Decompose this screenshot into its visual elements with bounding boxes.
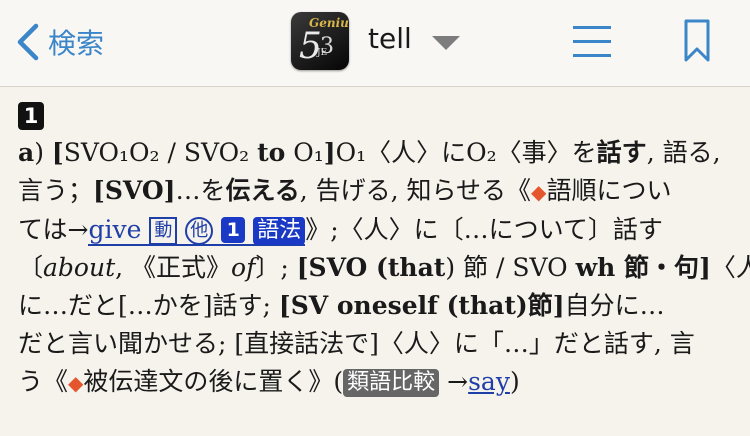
back-label: 検索 bbox=[48, 27, 105, 60]
pattern-text: )節] bbox=[515, 291, 565, 320]
definition-text: だと言い聞かせる; [直接話法で]〈人〉に「…」だと話す, 言 bbox=[18, 329, 695, 358]
definition-line-1: a) [SVO₁O₂ / SVO₂ to O₁]O₁〈人〉にO₂〈事〉を話す, … bbox=[18, 134, 738, 172]
verb-badge[interactable]: 動 bbox=[149, 217, 178, 245]
arrow-text: → bbox=[439, 367, 469, 396]
definition-text: 自分に… bbox=[564, 291, 665, 320]
definition-text: 〕; bbox=[255, 253, 297, 282]
usage-note: 語順につい bbox=[546, 176, 672, 205]
definition-line-3: ては→give 動 他 1 語法 》;〈人〉に〔…について〕話す bbox=[18, 211, 738, 249]
sense-header: 1 bbox=[18, 96, 738, 134]
menu-icon[interactable] bbox=[573, 26, 611, 58]
headword-translation: 話す bbox=[596, 138, 647, 167]
definition-line-6: だと言い聞かせる; [直接話法で]〈人〉に「…」だと話す, 言 bbox=[18, 325, 738, 363]
definition-rest: , 語る, bbox=[646, 138, 721, 167]
pattern-text: [SVO ( bbox=[296, 253, 388, 282]
back-button[interactable]: 検索 bbox=[14, 20, 104, 64]
definition-text: う《 bbox=[18, 367, 69, 396]
definition-text: 》;〈人〉に〔…について〕話す bbox=[305, 215, 663, 244]
navigation-bar: 検索 Genius 5 JE 3 tell bbox=[0, 0, 750, 87]
give-link[interactable]: give bbox=[88, 215, 141, 244]
definition-text: ) bbox=[509, 367, 520, 396]
definition-body: O₁〈人〉にO₂〈事〉を bbox=[335, 138, 597, 167]
dictionary-logo[interactable]: Genius 5 JE 3 bbox=[291, 12, 349, 70]
pattern-wh: wh bbox=[575, 253, 616, 282]
definition-line-7: う《◆被伝達文の後に置く》(類語比較 →say) bbox=[18, 363, 738, 402]
synonym-comparison-badge[interactable]: 類語比較 bbox=[343, 369, 440, 397]
sense-link-number[interactable]: 1 bbox=[221, 217, 246, 243]
sense-number-badge: 1 bbox=[18, 102, 44, 130]
definition-text: に…だと[…かを]話す; bbox=[18, 291, 279, 320]
definition-line-4: 〔about, 《正式》of〕; [SVO (that) 節 / SVO wh … bbox=[18, 249, 750, 287]
pattern-close: ] bbox=[323, 138, 336, 167]
chevron-left-icon bbox=[17, 23, 39, 61]
pattern-to: to bbox=[257, 138, 286, 167]
translation-bold: 伝える bbox=[225, 176, 300, 205]
register-label: , 《正式》 bbox=[115, 253, 232, 282]
pattern-text: ) 節 / SVO bbox=[445, 253, 576, 282]
pattern-that: that bbox=[458, 291, 516, 320]
pattern-text: ( bbox=[437, 291, 459, 320]
usage-note: 被伝達文の後に置く》( bbox=[83, 367, 344, 396]
pattern-that: that bbox=[387, 253, 446, 282]
subsense-paren: ) bbox=[34, 138, 44, 167]
definition-text: …を bbox=[175, 176, 226, 205]
entry-content: 1 a) [SVO₁O₂ / SVO₂ to O₁]O₁〈人〉にO₂〈事〉を話す… bbox=[18, 96, 750, 402]
diamond-icon: ◆ bbox=[531, 180, 547, 204]
transitive-badge[interactable]: 他 bbox=[185, 217, 214, 245]
definition-text: 〈人〉 bbox=[710, 253, 750, 282]
pattern-text: [SV one bbox=[278, 291, 388, 320]
diamond-icon: ◆ bbox=[68, 371, 84, 395]
pattern-open: [ bbox=[51, 138, 64, 167]
definition-text: ては→ bbox=[18, 215, 89, 244]
logo-edition-text: 3 bbox=[320, 34, 334, 59]
definition-text: , 告げる, 知らせる《 bbox=[299, 176, 532, 205]
logo-five-text: 5 bbox=[299, 26, 322, 67]
pattern-text: SVO₁O₂ / SVO₂ bbox=[63, 138, 258, 167]
definition-text: 言う； bbox=[18, 176, 94, 205]
definition-line-5: に…だと[…かを]話す; [SV oneself (that)節]自分に… bbox=[18, 287, 738, 325]
entry-title[interactable]: tell bbox=[368, 22, 412, 55]
preposition-of: of bbox=[231, 253, 256, 282]
say-link[interactable]: say bbox=[468, 367, 510, 396]
bookmark-icon[interactable] bbox=[682, 18, 712, 64]
pattern-self: self bbox=[387, 291, 438, 320]
usage-badge[interactable]: 語法 bbox=[253, 217, 306, 245]
definition-text: 〔 bbox=[18, 253, 44, 282]
pattern-svo: [SVO] bbox=[93, 176, 176, 205]
subsense-label: a bbox=[18, 138, 35, 167]
pattern-o1: O₁ bbox=[285, 138, 324, 167]
pattern-text: 節・句] bbox=[615, 253, 711, 282]
dropdown-caret-icon[interactable] bbox=[432, 36, 460, 50]
definition-line-2: 言う；[SVO]…を伝える, 告げる, 知らせる《◆語順につい bbox=[18, 172, 738, 211]
preposition-about: about bbox=[43, 253, 116, 282]
